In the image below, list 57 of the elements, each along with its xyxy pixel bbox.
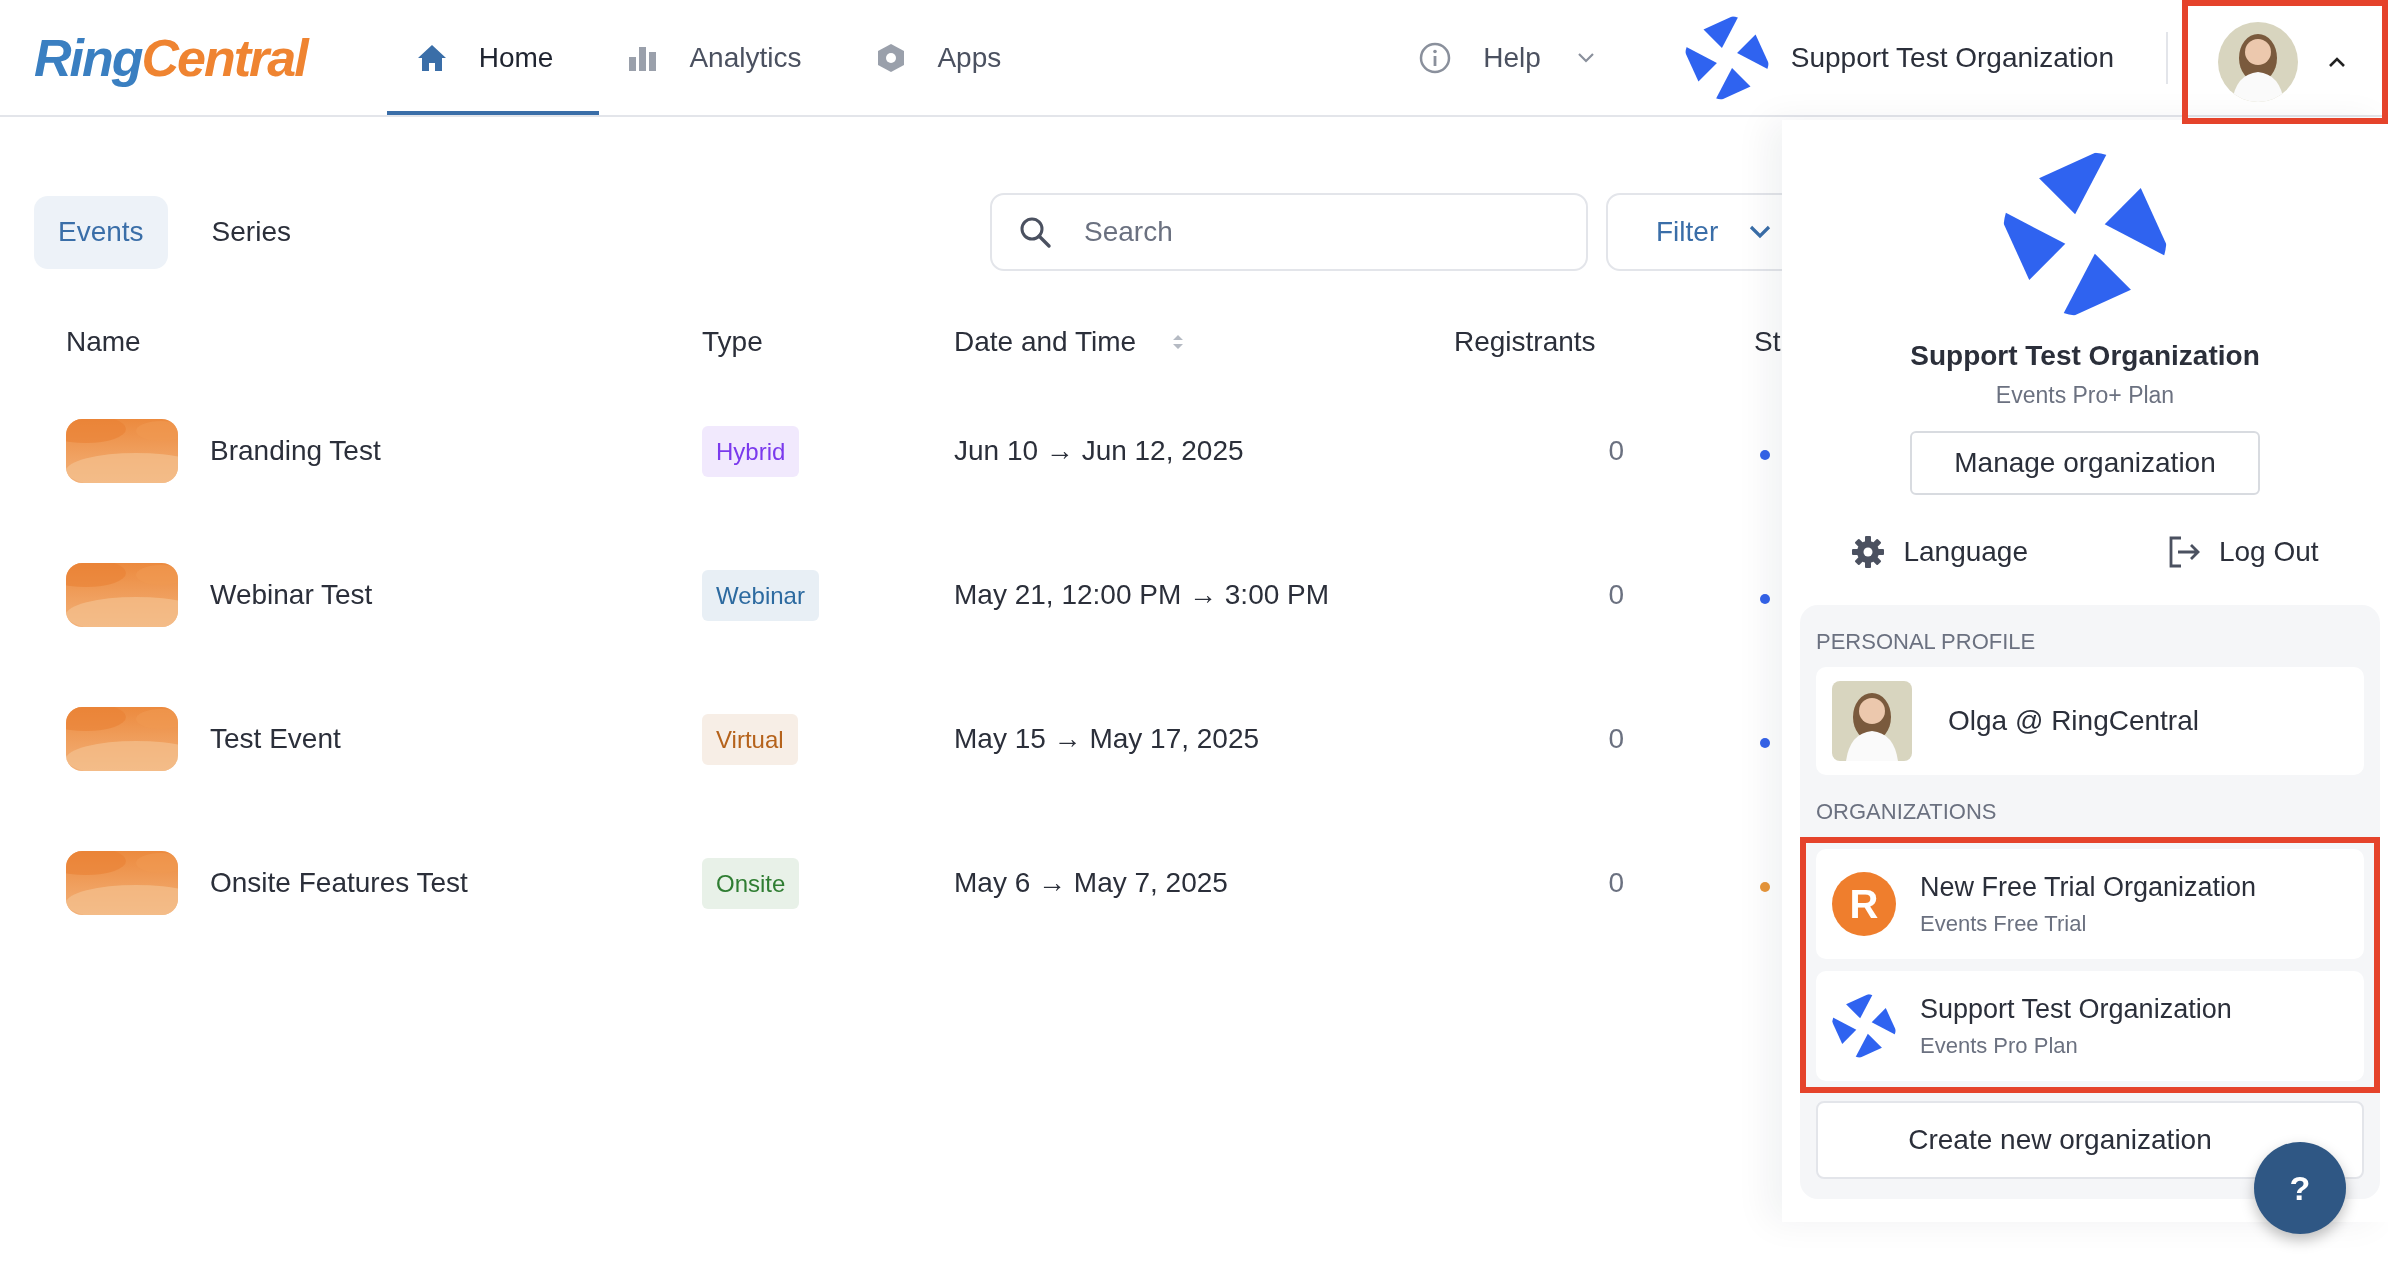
event-name[interactable]: Webinar Test [210,579,373,611]
home-icon [416,43,447,72]
event-date: May 15 → May 17, 2025 [954,723,1260,754]
org-logo-icon [2003,152,2167,316]
plan-name: Events Pro+ Plan [1995,382,2175,409]
org-logo-icon [1832,994,1896,1058]
event-type-tag: Hybrid [702,426,800,477]
section-heading: ORGANIZATIONS [1816,799,1998,825]
registrant-count: 0 [1608,435,1624,466]
event-date: May 6 → May 7, 2025 [954,867,1228,898]
view-tab[interactable]: Series [187,195,315,269]
event-name[interactable]: Test Event [210,723,341,755]
nav-tab[interactable]: Home [386,0,600,115]
column-header: Registrants [1454,326,1596,358]
plan-name: Events Free Trial [1920,910,2088,937]
organization-name: New Free Trial Organization [1920,871,2257,903]
nav-tab[interactable]: Analytics [599,0,848,115]
language-link[interactable]: Language [1903,536,2028,568]
section-heading: PERSONAL PROFILE [1816,629,2037,655]
chevron-down-icon[interactable] [1576,51,1595,64]
caret-icon [2328,56,2346,68]
column-header: St [1754,326,1781,358]
registrant-count: 0 [1608,867,1624,898]
registrant-count: 0 [1608,723,1624,754]
event-type-tag: Onsite [702,858,800,909]
event-type-tag: Virtual [702,714,798,765]
profile-name: Olga @ RingCentral [1948,705,2199,737]
bar-chart-icon [629,44,658,71]
organization-item[interactable]: Support Test Organization Events Pro Plan [1816,971,2364,1081]
column-header[interactable]: Date and Time [954,326,1137,358]
info-icon[interactable] [1419,41,1452,74]
org-logo: R [1832,872,1896,936]
event-type-tag: Webinar [702,570,819,621]
logout-link[interactable]: Log Out [2218,536,2319,568]
column-header: Type [702,326,763,358]
organization-name[interactable]: Support Test Organization [1790,41,2114,74]
profile-item[interactable]: Olga @ RingCentral [1816,667,2364,775]
event-name[interactable]: Branding Test [210,435,381,467]
logo[interactable]: RingCentral [34,27,307,88]
column-header: Name [66,326,141,358]
event-name[interactable]: Onsite Features Test [210,867,468,899]
chevron-down-icon [1748,224,1773,240]
org-logo-icon [1684,15,1769,100]
plan-name: Events Pro Plan [1920,1032,2079,1059]
hexagon-icon [877,42,906,73]
help-menu[interactable]: Help [1483,41,1541,74]
organization-name: Support Test Organization [1910,340,2260,372]
settings-icon[interactable] [1851,535,1886,569]
view-tab[interactable]: Events [34,195,168,269]
organization-name: Support Test Organization [1920,993,2232,1025]
manage-organization-button[interactable]: Manage organization [1910,431,2260,495]
organization-item[interactable]: R New Free Trial Organization Events Free Trial [1816,849,2364,959]
event-date: Jun 10 → Jun 12, 2025 [954,435,1244,466]
nav-tab[interactable]: Apps [847,0,1048,115]
event-date: May 21, 12:00 PM → 3:00 PM [954,579,1330,610]
search-field[interactable]: Search [990,193,1588,271]
registrant-count: 0 [1608,579,1624,610]
